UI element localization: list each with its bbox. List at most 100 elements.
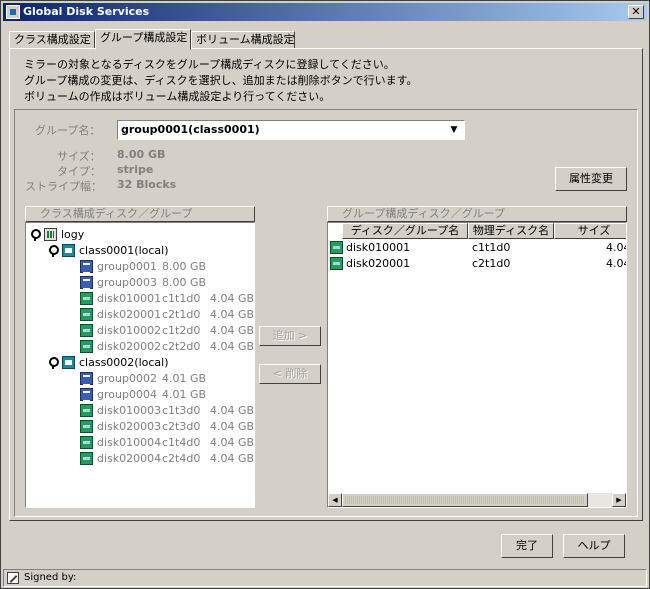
column-header-size[interactable]: サイズ xyxy=(554,223,626,239)
tree-item[interactable]: disk010001 c1t1d0 4.04 GB xyxy=(26,291,254,307)
tree-item[interactable]: class0002(local) xyxy=(26,355,254,371)
tree-item[interactable]: disk010002 c1t2d0 4.04 GB xyxy=(26,323,254,339)
tree-item-size: 4.04 GB xyxy=(210,308,255,321)
group-name-label: グループ名： xyxy=(35,124,101,137)
group-icon xyxy=(80,260,93,274)
tree-toggle-icon[interactable] xyxy=(48,245,59,257)
group-disk-title: グループ構成ディスク／グループ xyxy=(327,206,627,222)
tree-item-name: disk010001 xyxy=(97,292,162,305)
tree-item-name: disk020002 xyxy=(97,340,162,353)
tree-item-name: disk020004 xyxy=(97,452,162,465)
status-bar: Signed by: xyxy=(3,569,647,587)
tree-item-size: 4.01 GB xyxy=(162,388,207,401)
group-disk-table[interactable]: ディスク／グループ名 物理ディスク名 サイズ disk010001 c1t1d0 4… xyxy=(327,222,627,508)
table-cell-size: 4.04 xyxy=(606,257,626,270)
description-line-3: ボリュームの作成はボリューム構成設定より行ってください。 xyxy=(24,90,331,103)
tree-item-device: c1t3d0 xyxy=(162,404,201,417)
status-text: Signed by: xyxy=(24,572,77,583)
tree-item[interactable]: disk010004 c1t4d0 4.04 GB xyxy=(26,435,254,451)
title-bar: Global Disk Services ✕ xyxy=(3,3,647,21)
group-icon xyxy=(80,372,93,386)
tree-item-size: 4.04 GB xyxy=(210,292,255,305)
app-icon xyxy=(6,5,20,19)
tree-item-size: 4.04 GB xyxy=(210,452,255,465)
help-button[interactable]: ヘルプ xyxy=(563,534,625,558)
tree-item[interactable]: disk010003 c1t3d0 4.04 GB xyxy=(26,403,254,419)
tree-item[interactable]: disk020003 c2t3d0 4.04 GB xyxy=(26,419,254,435)
tree-item-name: class0002(local) xyxy=(79,356,169,369)
table-row[interactable]: disk020001 c2t1d0 4.04 xyxy=(328,256,626,272)
horizontal-scrollbar[interactable]: ◀ ▶ xyxy=(328,493,626,507)
tree-item[interactable]: group0001 8.00 GB xyxy=(26,259,254,275)
size-value: 8.00 GB xyxy=(117,148,166,161)
disk-icon xyxy=(80,436,93,449)
disk-icon xyxy=(80,292,93,305)
class-disk-tree[interactable]: logy class0001(local) group0001 8.00 GB grou… xyxy=(25,222,255,508)
size-label: サイズ： xyxy=(57,150,101,163)
disk-icon xyxy=(80,308,93,321)
scroll-left-icon[interactable]: ◀ xyxy=(328,493,342,507)
scroll-thumb[interactable] xyxy=(342,493,588,507)
table-cell-size: 4.04 xyxy=(606,241,626,254)
description: ミラーの対象となるディスクをグループ構成ディスクに登録してください。 グループ構… xyxy=(24,57,417,105)
description-line-1: ミラーの対象となるディスクをグループ構成ディスクに登録してください。 xyxy=(24,58,395,71)
disk-icon xyxy=(80,420,93,433)
scroll-right-icon[interactable]: ▶ xyxy=(612,493,626,507)
tree-item-name: disk010003 xyxy=(97,404,162,417)
tree-item-name: disk010002 xyxy=(97,324,162,337)
close-button[interactable]: ✕ xyxy=(628,5,644,19)
dropdown-arrow-icon[interactable]: ▼ xyxy=(446,122,462,138)
disk-icon xyxy=(330,257,343,270)
tree-item[interactable]: disk020001 c2t1d0 4.04 GB xyxy=(26,307,254,323)
tree-item[interactable]: logy xyxy=(26,227,254,243)
tree-item-device: c2t4d0 xyxy=(162,452,201,465)
class-disk-group-title: クラス構成ディスク／グループ xyxy=(25,206,255,222)
finish-button[interactable]: 完了 xyxy=(501,534,553,558)
tab-class-config[interactable]: クラス構成設定 xyxy=(9,31,95,49)
tree-item-name: disk010004 xyxy=(97,436,162,449)
type-value: stripe xyxy=(117,163,154,176)
tree-toggle-icon[interactable] xyxy=(48,357,59,369)
column-header-physical-disk[interactable]: 物理ディスク名 xyxy=(468,223,554,239)
add-button[interactable]: 追加 > xyxy=(259,326,321,346)
description-line-2: グループ構成の変更は、ディスクを選択し、追加または削除ボタンで行います。 xyxy=(24,74,418,87)
root-icon xyxy=(44,228,57,241)
stripe-width-label: ストライプ幅： xyxy=(25,180,102,193)
tree-item-device: c1t1d0 xyxy=(162,292,201,305)
tree-item[interactable]: disk020002 c2t2d0 4.04 GB xyxy=(26,339,254,355)
table-row[interactable]: disk010001 c1t1d0 4.04 xyxy=(328,240,626,256)
group-icon xyxy=(80,388,93,402)
tree-item[interactable]: group0004 4.01 GB xyxy=(26,387,254,403)
column-header-name[interactable]: ディスク／グループ名 xyxy=(342,223,468,239)
remove-button[interactable]: < 削除 xyxy=(259,364,321,384)
table-cell-name: disk020001 xyxy=(346,257,411,270)
tree-item[interactable]: group0002 4.01 GB xyxy=(26,371,254,387)
tree-item-name: disk020001 xyxy=(97,308,162,321)
tab-group-config[interactable]: グループ構成設定 xyxy=(95,29,191,50)
tree-toggle-icon[interactable] xyxy=(30,229,41,241)
tree-item-device: c2t3d0 xyxy=(162,420,201,433)
disk-icon xyxy=(330,241,343,254)
class-icon xyxy=(62,356,75,369)
tree-item-device: c1t4d0 xyxy=(162,436,201,449)
tree-item-device: c2t2d0 xyxy=(162,340,201,353)
attribute-change-button[interactable]: 属性変更 xyxy=(555,167,627,191)
group-config-panel: ミラーの対象となるディスクをグループ構成ディスクに登録してください。 グループ構… xyxy=(9,48,643,521)
window-title: Global Disk Services xyxy=(23,5,150,18)
tab-volume-config[interactable]: ボリューム構成設定 xyxy=(191,31,295,49)
tree-item-size: 4.04 GB xyxy=(210,340,255,353)
tree-item-name: group0004 xyxy=(97,388,157,401)
tree-item[interactable]: group0003 8.00 GB xyxy=(26,275,254,291)
tree-item-size: 8.00 GB xyxy=(162,260,207,273)
tree-item-name: group0001 xyxy=(97,260,157,273)
table-cell-dev: c1t1d0 xyxy=(472,241,511,254)
disk-icon xyxy=(80,324,93,337)
disk-icon xyxy=(80,404,93,417)
class-icon xyxy=(62,244,75,257)
tree-item[interactable]: class0001(local) xyxy=(26,243,254,259)
signature-icon xyxy=(7,572,19,584)
group-name-select[interactable]: group0001(class0001) ▼ xyxy=(117,120,465,140)
tree-item-size: 4.01 GB xyxy=(162,372,207,385)
tree-item[interactable]: disk020004 c2t4d0 4.04 GB xyxy=(26,451,254,467)
disk-icon xyxy=(80,340,93,353)
